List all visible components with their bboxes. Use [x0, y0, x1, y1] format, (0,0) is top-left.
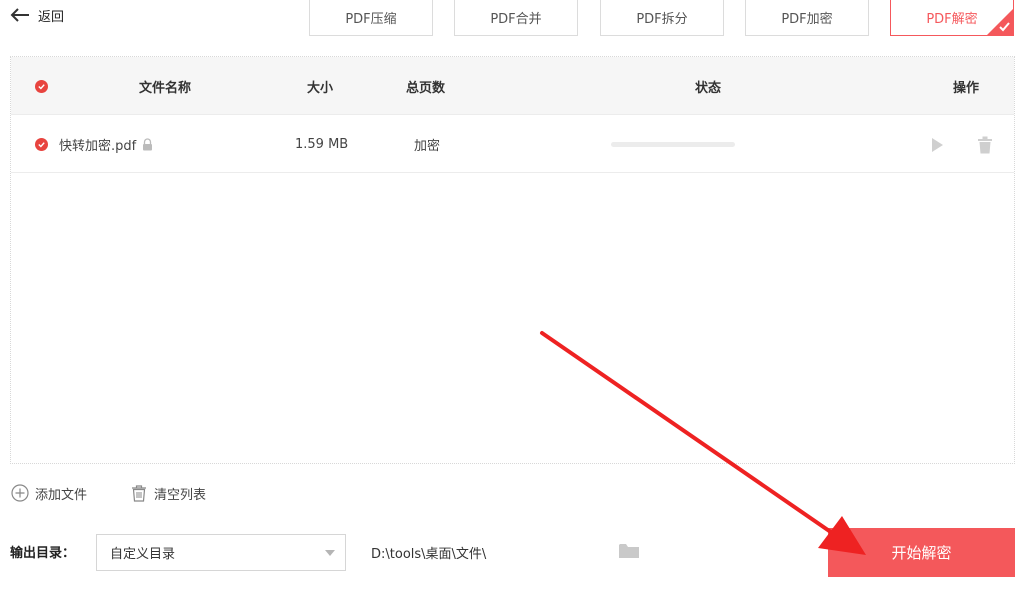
tab-pdf-compress[interactable]: PDF压缩: [309, 0, 433, 36]
check-circle-icon: [35, 138, 48, 151]
output-dir-label: 输出目录：: [10, 546, 76, 561]
lock-icon: [143, 138, 153, 151]
clear-list-label: 清空列表: [154, 487, 207, 503]
file-pages: 加密: [414, 139, 441, 154]
selected-corner-icon: [987, 9, 1013, 35]
add-file-label: 添加文件: [35, 487, 88, 503]
play-button[interactable]: [931, 116, 944, 173]
back-button[interactable]: 返回: [10, 4, 64, 26]
row-checkbox[interactable]: [35, 116, 48, 173]
file-list-panel: 文件名称 大小 总页数 状态 操作 快转加密.pdf 1.59 MB 加密: [10, 56, 1015, 464]
delete-button[interactable]: [977, 116, 993, 173]
select-all-checkbox[interactable]: [35, 57, 48, 115]
check-circle-icon: [35, 79, 48, 93]
file-size: 1.59 MB: [295, 137, 349, 152]
output-path: D:\tools\桌面\文件\: [371, 547, 487, 562]
status-cell: [611, 116, 735, 173]
back-arrow-icon: [10, 8, 29, 22]
add-circle-icon: [11, 484, 29, 502]
column-header-pages: 总页数: [406, 80, 446, 96]
start-decrypt-button[interactable]: 开始解密: [828, 528, 1015, 577]
table-header: 文件名称 大小 总页数 状态 操作: [11, 57, 1014, 115]
column-header-status: 状态: [695, 80, 722, 96]
table-row: 快转加密.pdf 1.59 MB 加密: [11, 116, 1014, 173]
clear-list-button[interactable]: 清空列表: [130, 482, 206, 504]
tab-pdf-split[interactable]: PDF拆分: [600, 0, 724, 36]
back-label: 返回: [38, 9, 65, 25]
column-header-name: 文件名称: [139, 80, 192, 96]
tab-pdf-merge[interactable]: PDF合并: [454, 0, 578, 36]
file-name-cell: 快转加密.pdf: [59, 116, 153, 173]
play-icon: [932, 137, 943, 152]
output-dir-select[interactable]: 自定义目录: [96, 534, 346, 571]
column-header-actions: 操作: [953, 80, 980, 96]
add-file-button[interactable]: 添加文件: [11, 482, 87, 504]
output-dir-value: 自定义目录: [110, 547, 176, 562]
column-header-size: 大小: [307, 80, 334, 96]
tab-pdf-decrypt-label: PDF解密: [926, 12, 978, 27]
caret-down-icon: [325, 549, 335, 556]
folder-icon[interactable]: [619, 543, 639, 559]
progress-bar: [611, 142, 735, 147]
tab-pdf-decrypt[interactable]: PDF解密: [890, 0, 1014, 36]
trash-icon: [978, 136, 992, 153]
tab-pdf-encrypt[interactable]: PDF加密: [745, 0, 869, 36]
trash-icon: [132, 485, 146, 502]
file-name: 快转加密.pdf: [59, 139, 137, 154]
